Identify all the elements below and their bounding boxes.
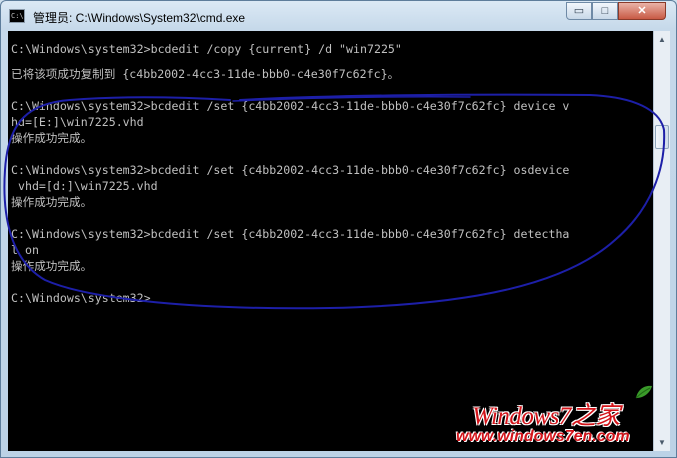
watermark-logo: Windows7之家 www.windows7en.com <box>456 384 674 454</box>
close-button[interactable]: ✕ <box>618 2 666 20</box>
title-bar[interactable]: C:\ 管理员: C:\Windows\System32\cmd.exe ▭ □… <box>1 1 676 31</box>
scroll-thumb[interactable] <box>655 125 669 149</box>
console-line: 操作成功完成。 <box>11 195 93 209</box>
window-title: 管理员: C:\Windows\System32\cmd.exe <box>33 11 246 25</box>
minimize-button[interactable]: ▭ <box>566 2 592 20</box>
console-line: C:\Windows\system32> <box>11 291 151 305</box>
watermark-brand: Windows7之家 <box>472 403 620 430</box>
scroll-up-arrow-icon[interactable]: ▲ <box>654 31 670 48</box>
console-line: C:\Windows\system32>bcdedit /set {c4bb20… <box>11 163 570 177</box>
cmd-icon[interactable]: C:\ <box>9 9 25 23</box>
console-line: C:\Windows\system32>bcdedit /copy {curre… <box>11 42 402 56</box>
leaf-icon <box>635 385 652 399</box>
console-line: hd=[E:]\win7225.vhd <box>11 115 144 129</box>
watermark-url: www.windows7en.com <box>456 428 630 445</box>
maximize-button[interactable]: □ <box>592 2 618 20</box>
console-line: 操作成功完成。 <box>11 131 93 145</box>
console-line: 已将该项成功复制到 {c4bb2002-4cc3-11de-bbb0-c4e30… <box>11 67 400 81</box>
console-line: vhd=[d:]\win7225.vhd <box>11 179 158 193</box>
console-line: 操作成功完成。 <box>11 259 93 273</box>
console-line: l on <box>11 243 39 257</box>
console-line: C:\Windows\system32>bcdedit /set {c4bb20… <box>11 227 570 241</box>
console-line: C:\Windows\system32>bcdedit /set {c4bb20… <box>11 99 570 113</box>
